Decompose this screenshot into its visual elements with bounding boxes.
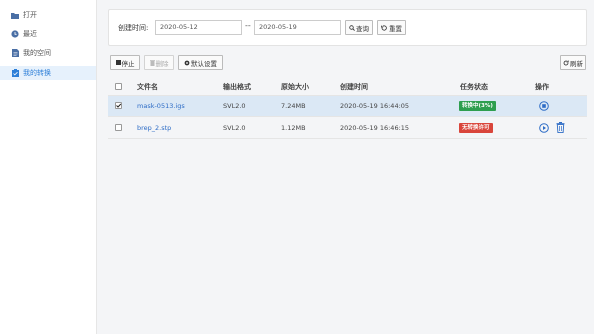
sidebar-item-open[interactable]: 打开: [0, 8, 96, 22]
table-row[interactable]: brep_2.stp SVL2.0 1.12MB 2020-05-19 16:4…: [108, 118, 587, 138]
sidebar-item-recent[interactable]: 最近: [0, 27, 96, 41]
reset-button[interactable]: 重置: [377, 20, 406, 35]
created-time-cell: 2020-05-19 16:44:05: [340, 102, 410, 110]
stop-button[interactable]: 停止: [110, 55, 140, 70]
column-header-original-size[interactable]: 原始大小: [281, 82, 309, 92]
output-format-cell: SVL2.0: [223, 124, 246, 132]
status-badge: 无转换许可: [459, 123, 493, 133]
stop-icon: [115, 60, 121, 65]
refresh-icon: [563, 60, 569, 66]
date-separator: --: [245, 21, 251, 30]
start-date-input[interactable]: 2020-05-12: [155, 20, 242, 35]
sidebar-item-label: 打开: [23, 11, 37, 19]
column-header-output-format[interactable]: 输出格式: [223, 82, 251, 92]
row-checkbox[interactable]: [115, 102, 122, 109]
table-row[interactable]: mask-0513.igs SVL2.0 7.24MB 2020-05-19 1…: [108, 96, 587, 116]
app-root: 打开 最近 我的空间 我的转换 创建时间: 2020-05-12 -- 2020…: [0, 0, 594, 334]
sidebar-item-label: 最近: [23, 30, 37, 38]
stop-task-icon[interactable]: [539, 101, 549, 111]
clipboard-icon: [11, 69, 19, 77]
column-header-task-status[interactable]: 任务状态: [460, 82, 488, 92]
column-header-file-name[interactable]: 文件名: [137, 82, 158, 92]
refresh-button[interactable]: 刷新: [560, 55, 586, 70]
original-size-cell: 7.24MB: [281, 102, 306, 110]
play-icon[interactable]: [539, 123, 549, 133]
output-format-cell: SVL2.0: [223, 102, 246, 110]
status-badge: 转换中(3%): [459, 101, 496, 111]
created-time-label: 创建时间:: [118, 24, 149, 32]
folder-icon: [11, 11, 19, 19]
sidebar-item-label: 我的转换: [23, 69, 51, 77]
search-panel: 创建时间: 2020-05-12 -- 2020-05-19 查询 重置: [108, 9, 587, 46]
sidebar: 打开 最近 我的空间 我的转换: [0, 0, 97, 334]
sidebar-item-my-conversions[interactable]: 我的转换: [0, 66, 96, 80]
trash-icon: [149, 59, 155, 66]
query-button[interactable]: 查询: [345, 20, 373, 35]
document-icon: [11, 49, 19, 57]
reset-icon: [381, 24, 388, 31]
clock-icon: [11, 30, 19, 38]
check-icon: [116, 103, 122, 108]
original-size-cell: 1.12MB: [281, 124, 306, 132]
trash-icon[interactable]: [555, 121, 565, 133]
column-header-created-time[interactable]: 创建时间: [340, 82, 368, 92]
default-settings-button[interactable]: 默认设置: [178, 55, 223, 70]
created-time-cell: 2020-05-19 16:46:15: [340, 124, 410, 132]
select-all-checkbox[interactable]: [115, 83, 122, 90]
end-date-input[interactable]: 2020-05-19: [254, 20, 341, 35]
file-name-link[interactable]: brep_2.stp: [137, 124, 171, 132]
row-divider: [108, 116, 587, 117]
gear-icon: [184, 60, 190, 66]
file-name-link[interactable]: mask-0513.igs: [137, 102, 185, 110]
sidebar-item-label: 我的空间: [23, 49, 51, 57]
sidebar-item-my-space[interactable]: 我的空间: [0, 46, 96, 60]
row-divider: [108, 138, 587, 139]
row-checkbox[interactable]: [115, 124, 122, 131]
column-header-actions: 操作: [535, 83, 549, 91]
search-icon: [349, 24, 355, 31]
delete-button[interactable]: 删除: [144, 55, 174, 70]
